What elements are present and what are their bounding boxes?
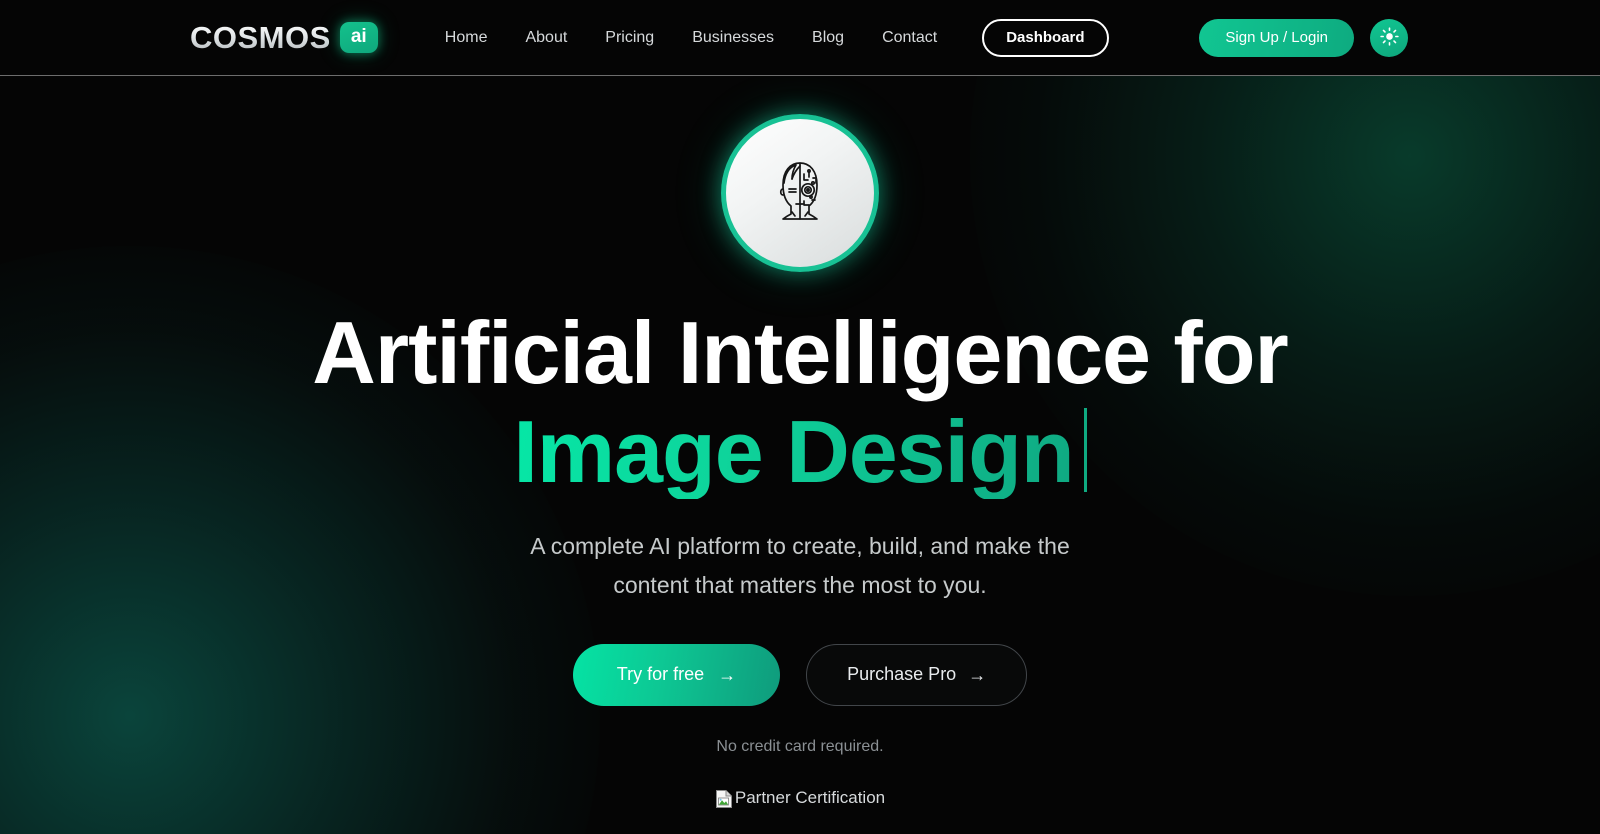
hero-cta-row: Try for free → Purchase Pro → (572, 643, 1028, 706)
arrow-right-icon: → (718, 664, 737, 685)
nav-item-about[interactable]: About (506, 29, 586, 47)
sun-icon (1379, 26, 1399, 49)
dashboard-button[interactable]: Dashboard (982, 18, 1109, 57)
purchase-pro-button[interactable]: Purchase Pro → (806, 643, 1028, 706)
signup-login-button[interactable]: Sign Up / Login (1199, 18, 1354, 57)
hero-headline-line2: Image Design (312, 402, 1287, 502)
theme-toggle-button[interactable] (1370, 18, 1408, 57)
hero-section: Artificial Intelligence for Image Design… (0, 76, 1600, 834)
arrow-right-icon: → (968, 664, 987, 685)
no-credit-card-note: No credit card required. (716, 737, 884, 755)
nav-item-home[interactable]: Home (426, 29, 507, 47)
nav-item-blog[interactable]: Blog (793, 29, 863, 47)
ai-robot-head-icon (763, 152, 837, 235)
try-for-free-button[interactable]: Try for free → (572, 643, 781, 706)
brand-logo[interactable]: COSMOS ai (190, 20, 378, 56)
hero-content: Artificial Intelligence for Image Design… (0, 76, 1600, 808)
hero-avatar-circle (721, 114, 879, 272)
purchase-pro-label: Purchase Pro (847, 664, 957, 685)
partner-certification-image: Partner Certification (715, 788, 885, 808)
hero-headline: Artificial Intelligence for Image Design (312, 303, 1288, 502)
hero-subtitle: A complete AI platform to create, build,… (530, 532, 1070, 599)
nav-item-businesses[interactable]: Businesses (673, 29, 793, 47)
page-root: COSMOS ai Home About Pricing Businesses … (0, 0, 1600, 834)
header-actions: Sign Up / Login (1199, 18, 1408, 57)
nav-item-contact[interactable]: Contact (863, 29, 956, 47)
nav-item-pricing[interactable]: Pricing (586, 29, 673, 47)
typing-caret (1083, 407, 1087, 492)
hero-headline-line1: Artificial Intelligence for (312, 303, 1288, 402)
brand-ai-badge: ai (339, 22, 378, 53)
partner-certification-alt-text: Partner Certification (734, 787, 886, 807)
broken-image-icon (715, 789, 733, 808)
site-header: COSMOS ai Home About Pricing Businesses … (0, 0, 1600, 76)
main-navigation: Home About Pricing Businesses Blog Conta… (426, 18, 1109, 57)
brand-wordmark: COSMOS (190, 19, 331, 55)
hero-headline-accent: Image Design (513, 402, 1074, 502)
try-for-free-label: Try for free (616, 664, 705, 685)
